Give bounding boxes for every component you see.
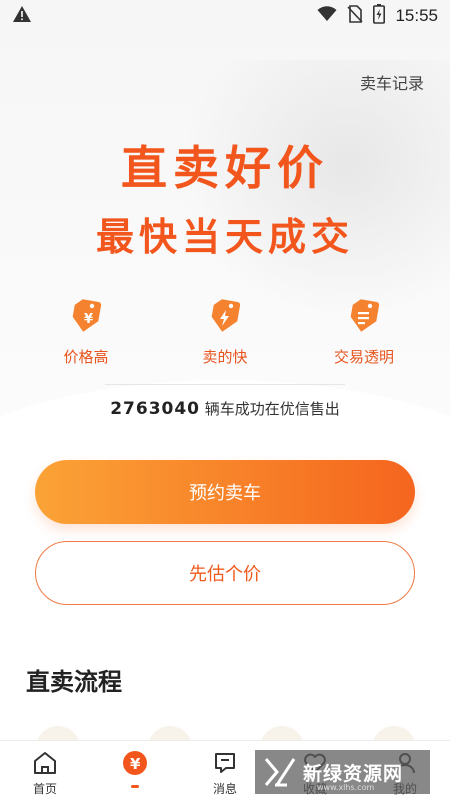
book-sell-button[interactable]: 预约卖车 [35, 460, 415, 524]
battery-charging-icon [373, 4, 386, 28]
feature-item-speed: 卖的快 [175, 296, 275, 367]
price-tag-bolt-icon [211, 299, 241, 332]
no-sim-icon [347, 5, 364, 27]
price-tag-yen-icon: ¥ [72, 299, 102, 332]
watermark-url: www.xlhs.com [317, 783, 375, 792]
watermark-logo-icon [264, 758, 296, 787]
sold-count: 2763040 [110, 399, 201, 419]
watermark: 新绿资源网 www.xlhs.com [255, 750, 430, 794]
price-tag-list-icon [350, 299, 380, 332]
process-section: 直卖流程 [0, 630, 450, 770]
tab-home[interactable]: 首页 [10, 749, 80, 797]
estimate-price-button[interactable]: 先估个价 [35, 541, 415, 605]
feature-item-price: ¥ 价格高 [36, 296, 136, 367]
tab-label: 消息 [212, 782, 237, 796]
warning-icon [12, 5, 32, 27]
wifi-icon [317, 6, 337, 26]
tab-label: 首页 [32, 782, 57, 796]
sell-history-link[interactable]: 卖车记录 [360, 70, 424, 94]
divider [105, 384, 345, 385]
home-icon [31, 749, 59, 777]
status-time: 15:55 [395, 6, 438, 25]
message-icon [211, 749, 239, 777]
sell-yen-icon: ¥ [121, 749, 149, 777]
tab-messages[interactable]: 消息 [190, 749, 260, 797]
feature-item-transparent: 交易透明 [314, 296, 414, 367]
feature-label: 交易透明 [333, 348, 394, 366]
tab-sell[interactable]: ¥ [100, 749, 170, 788]
hero-headline-secondary: 最快当天成交 [95, 215, 354, 259]
hero-headline-primary: 直卖好价 [121, 141, 329, 195]
watermark-text: 新绿资源网 [303, 762, 404, 785]
feature-list: ¥ 价格高 卖的快 交易透明 [0, 296, 450, 367]
sold-stat: 2763040 辆车成功在优信售出 [0, 398, 450, 419]
svg-text:¥: ¥ [130, 755, 141, 773]
section-title: 直卖流程 [26, 668, 122, 696]
svg-text:¥: ¥ [84, 312, 93, 327]
sold-text: 辆车成功在优信售出 [200, 400, 340, 418]
feature-label: 卖的快 [202, 348, 248, 366]
active-indicator [131, 785, 139, 788]
status-bar: 15:55 [0, 0, 450, 32]
feature-label: 价格高 [63, 348, 109, 366]
